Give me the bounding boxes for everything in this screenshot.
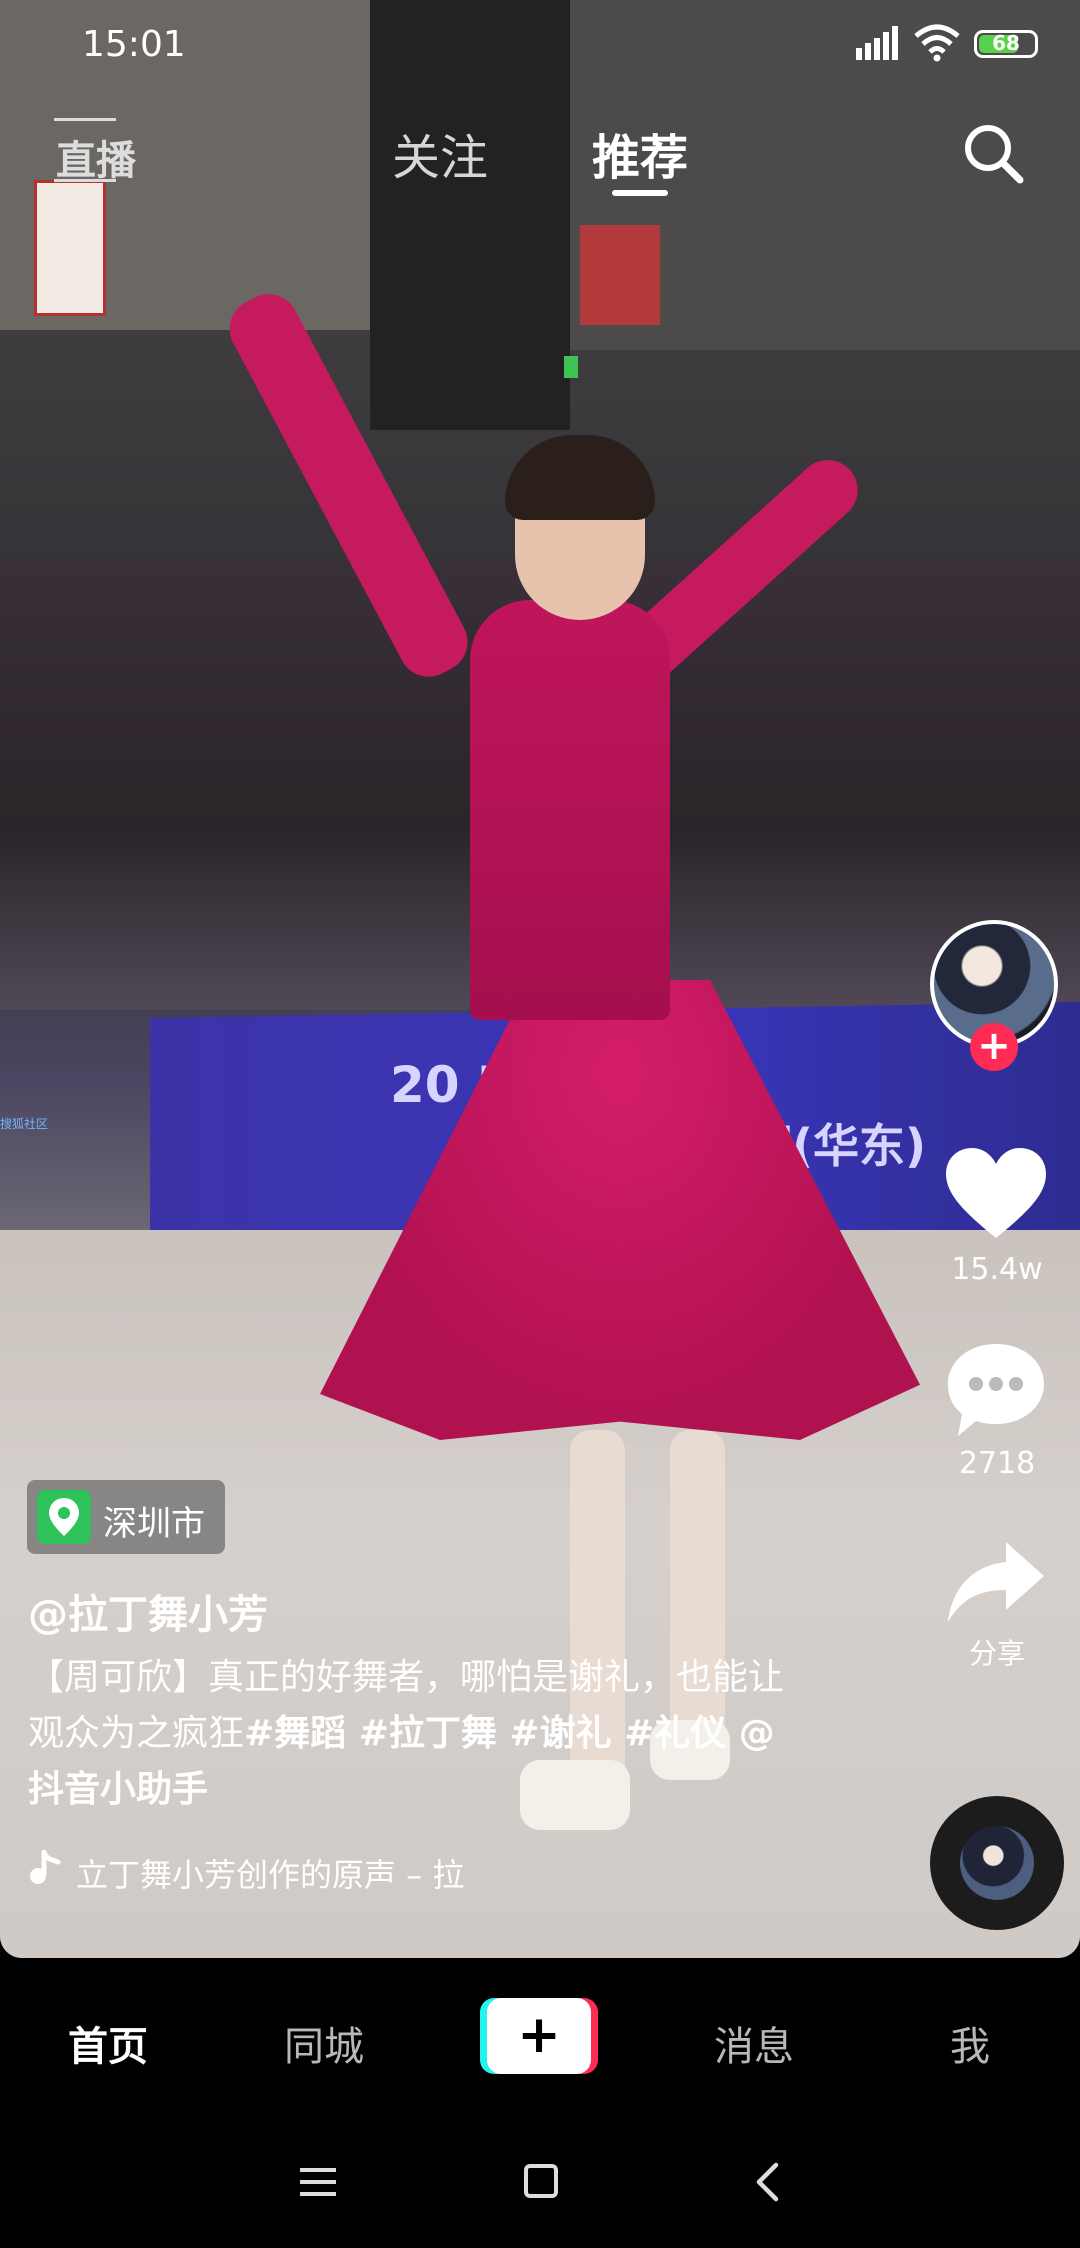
author-name[interactable]: @拉丁舞小芳 bbox=[28, 1582, 268, 1640]
tab-me[interactable]: 我 bbox=[950, 2014, 990, 2072]
heart-icon[interactable] bbox=[944, 1146, 1048, 1242]
wifi-icon bbox=[914, 24, 960, 62]
location-pin-icon bbox=[37, 1490, 91, 1544]
battery-icon: 68 bbox=[974, 30, 1038, 58]
location-tag[interactable]: 深圳市 bbox=[27, 1480, 225, 1554]
tab-messages[interactable]: 消息 bbox=[714, 2014, 794, 2072]
share-icon[interactable] bbox=[946, 1540, 1046, 1624]
menu-icon[interactable] bbox=[300, 2166, 336, 2198]
status-bar: 15:01 68 bbox=[0, 0, 1080, 90]
share-label: 分享 bbox=[968, 1637, 1025, 1670]
tab-home[interactable]: 首页 bbox=[68, 2014, 148, 2072]
dancer-hair bbox=[505, 435, 655, 520]
live-button[interactable]: 直播 bbox=[56, 128, 136, 186]
tab-active-indicator bbox=[612, 190, 668, 196]
video-scene-sign bbox=[34, 180, 106, 316]
search-icon[interactable] bbox=[960, 120, 1026, 186]
comment-icon[interactable] bbox=[944, 1340, 1048, 1440]
dancer-dress bbox=[470, 600, 670, 1020]
music-note-icon bbox=[30, 1850, 61, 1884]
video-scene-exit-light bbox=[564, 356, 578, 378]
like-count: 15.4w bbox=[951, 1252, 1043, 1287]
battery-percent: 68 bbox=[992, 31, 1020, 55]
tab-nearby[interactable]: 同城 bbox=[284, 2014, 364, 2072]
follow-button[interactable]: + bbox=[970, 1023, 1018, 1071]
video-scene-sign bbox=[580, 225, 660, 325]
status-time: 15:01 bbox=[82, 24, 186, 65]
create-button[interactable]: + bbox=[480, 1998, 598, 2074]
music-title[interactable]: 立丁舞小芳创作的原声 – 拉 bbox=[76, 1850, 464, 1896]
home-icon[interactable] bbox=[524, 2164, 558, 2198]
comment-count: 2718 bbox=[958, 1446, 1036, 1481]
back-icon[interactable] bbox=[754, 2162, 780, 2202]
signal-icon bbox=[856, 26, 898, 60]
music-disc-cover bbox=[960, 1826, 1034, 1900]
plus-icon: + bbox=[517, 2005, 561, 2065]
tab-following[interactable]: 关注 bbox=[392, 118, 488, 188]
tab-recommended[interactable]: 推荐 bbox=[592, 118, 688, 188]
video-description[interactable]: 【周可欣】真正的好舞者，哪怕是谢礼，也能让观众为之疯狂#舞蹈 #拉丁舞 #谢礼 … bbox=[28, 1650, 788, 1818]
video-side-tag: 搜狐社区 bbox=[0, 1117, 49, 1131]
location-label: 深圳市 bbox=[103, 1504, 205, 1544]
